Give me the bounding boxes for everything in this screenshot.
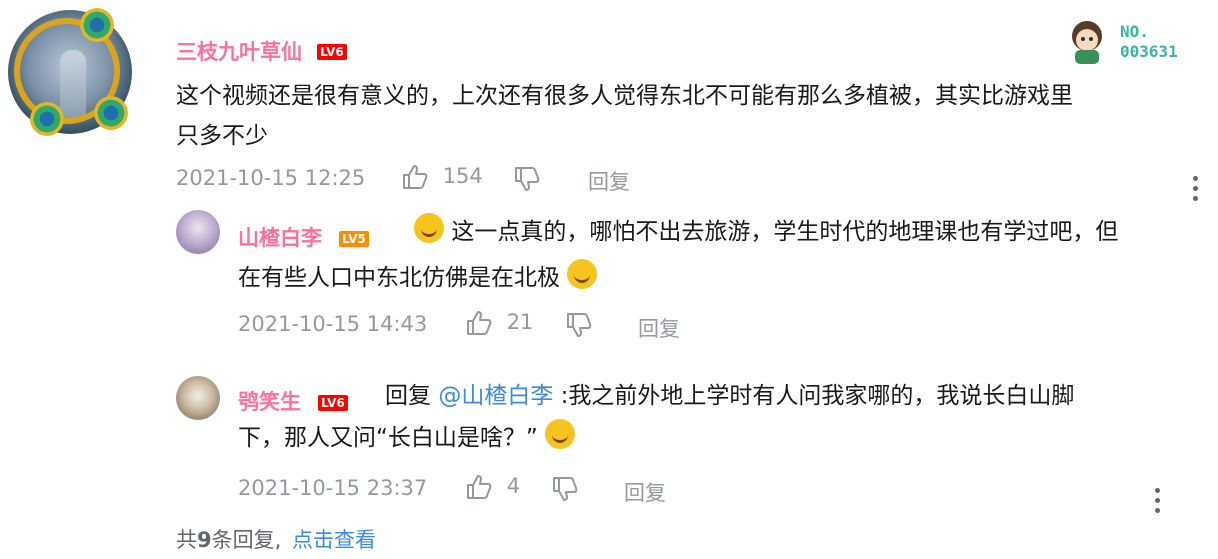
fan-badge-label: NO.	[1120, 22, 1149, 41]
dislike-button[interactable]	[552, 476, 580, 502]
like-button[interactable]: 21	[466, 310, 533, 336]
comment-time: 2021-10-15 12:25	[176, 166, 366, 190]
reply-text-line: 下，那人又问“长白山是啥？”	[238, 425, 538, 451]
thumb-down-icon	[567, 313, 592, 337]
reply-time: 2021-10-15 14:43	[238, 312, 428, 336]
reply-time: 2021-10-15 23:37	[238, 476, 428, 500]
reply-button[interactable]: 回复	[588, 166, 630, 196]
emoji-icon	[567, 259, 598, 289]
thumb-down-icon	[553, 477, 578, 501]
view-replies: 共9条回复, 点击查看	[176, 524, 376, 554]
reply-count: 9	[197, 528, 212, 552]
comment-text-line: 只多不少	[176, 123, 268, 149]
view-replies-link[interactable]: 点击查看	[292, 528, 376, 552]
more-vertical-icon[interactable]	[1155, 488, 1161, 518]
reply-button[interactable]: 回复	[624, 477, 666, 507]
avatar-frame-ornament-icon	[30, 102, 64, 136]
like-count: 154	[442, 164, 483, 188]
thumb-up-icon	[467, 311, 492, 335]
comment-text-line: 这个视频还是很有意义的，上次还有很多人觉得东北不可能有那么多植被，其实比游戏里	[176, 83, 1073, 109]
more-vertical-icon[interactable]	[1193, 176, 1199, 206]
avatar-frame-ornament-icon	[80, 8, 114, 42]
dislike-button[interactable]	[514, 166, 542, 192]
fan-badge-icon	[1063, 14, 1113, 66]
avatar[interactable]	[176, 376, 220, 420]
username[interactable]: 三枝九叶草仙	[176, 40, 302, 64]
reply-text-line: 在有些人口中东北仿佛是在北极	[238, 265, 560, 291]
reply-button[interactable]: 回复	[638, 313, 680, 343]
avatar[interactable]	[176, 210, 220, 254]
reply-text-line: 这一点真的，哪怕不出去旅游，学生时代的地理课也有学过吧，但	[451, 219, 1119, 245]
dislike-button[interactable]	[566, 312, 594, 338]
emoji-icon	[545, 419, 576, 449]
thumb-up-icon	[467, 475, 492, 499]
level-badge: LV6	[317, 44, 347, 60]
fan-badge-value: 003631	[1120, 42, 1178, 61]
avatar-frame-ornament-icon	[94, 96, 128, 130]
comment-text: 这个视频还是很有意义的，上次还有很多人觉得东北不可能有那么多植被，其实比游戏里 …	[176, 76, 1206, 156]
thumb-up-icon	[403, 165, 428, 189]
reply-text-line: :我之前外地上学时有人问我家哪的，我说长白山脚	[560, 383, 1075, 409]
reply-text: 回复 @山楂白李 :我之前外地上学时有人问我家哪的，我说长白山脚 下，那人又问“…	[238, 376, 1213, 458]
like-button[interactable]: 154	[402, 164, 483, 190]
like-count: 21	[506, 310, 534, 334]
like-count: 4	[506, 474, 521, 498]
reply-count-prefix: 共	[176, 528, 197, 552]
emoji-icon	[414, 213, 444, 243]
reply-count-suffix: 条回复,	[211, 528, 282, 552]
mention-link[interactable]: @山楂白李	[438, 383, 553, 409]
reply-prefix: 回复	[385, 383, 431, 409]
comment-header: 三枝九叶草仙 LV6	[176, 36, 347, 66]
thumb-down-icon	[515, 167, 540, 191]
reply-text: 这一点真的，哪怕不出去旅游，学生时代的地理课也有学过吧，但 在有些人口中东北仿佛…	[238, 212, 1213, 298]
fan-badge-number: NO. 003631	[1120, 22, 1178, 62]
like-button[interactable]: 4	[466, 474, 520, 500]
